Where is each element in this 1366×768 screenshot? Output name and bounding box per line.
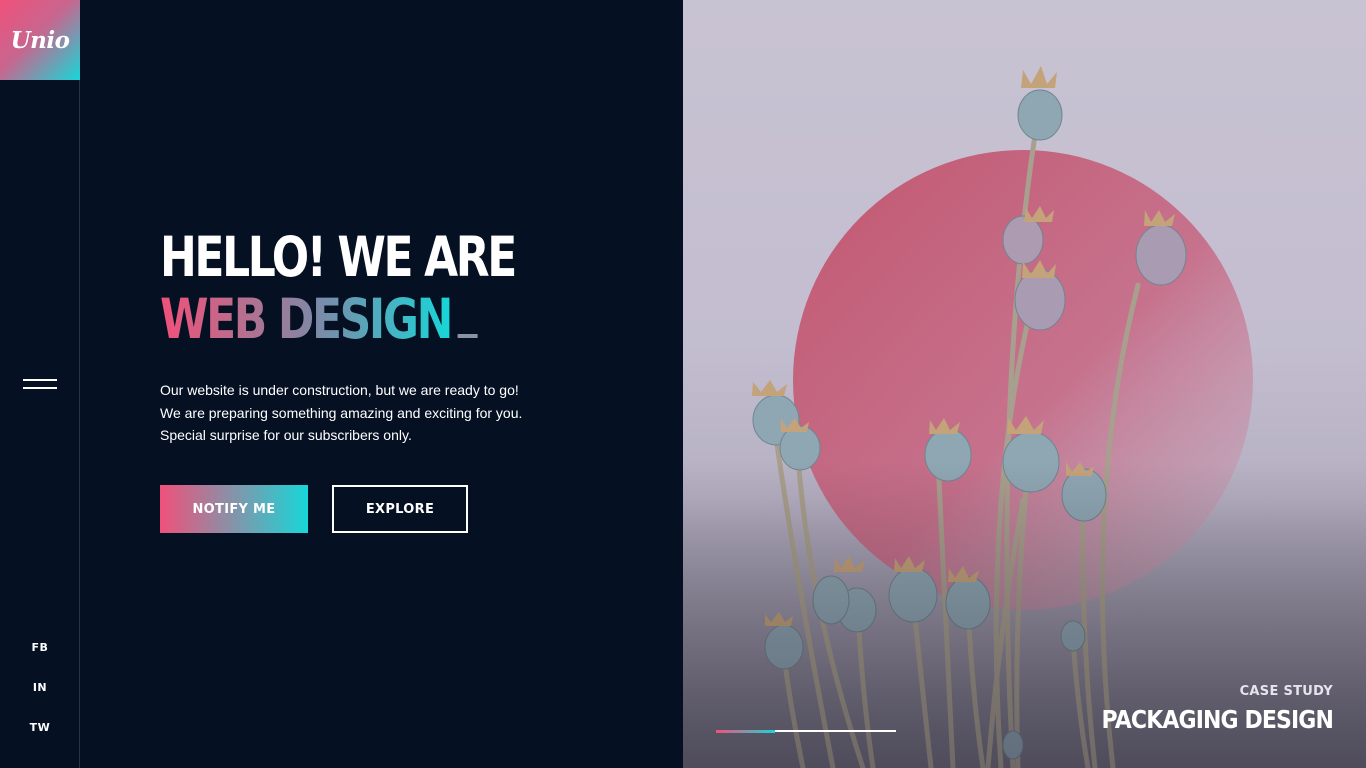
description-line: Special surprise for our subscribers onl…	[160, 427, 412, 443]
sidebar: Unio FB IN TW	[0, 0, 80, 768]
hero-image: CASE STUDY PACKAGING DESIGN	[683, 0, 1366, 768]
hamburger-icon[interactable]	[23, 377, 57, 391]
text-cursor	[457, 334, 478, 338]
logo-text: Unio	[10, 26, 70, 54]
poppy-illustration	[683, 0, 1366, 768]
logo[interactable]: Unio	[0, 0, 80, 80]
social-link-twitter[interactable]: TW	[0, 721, 80, 734]
hero-title: HELLO! WE ARE WEB DESIGN	[160, 226, 604, 350]
social-link-instagram[interactable]: IN	[0, 681, 80, 694]
description-line: Our website is under construction, but w…	[160, 382, 519, 398]
explore-button[interactable]: EXPLORE	[332, 485, 468, 533]
slide-progress-fill	[716, 729, 776, 733]
slide-progress-bar[interactable]	[716, 729, 896, 733]
social-link-facebook[interactable]: FB	[0, 641, 80, 654]
hero-title-gradient-text: WEB DESIGN	[160, 287, 453, 351]
notify-me-button[interactable]: NOTIFY ME	[160, 485, 308, 533]
hero-description: Our website is under construction, but w…	[160, 379, 580, 447]
hero-title-line2: WEB DESIGN	[160, 288, 515, 350]
case-study-label: CASE STUDY	[1239, 684, 1333, 699]
case-study-title[interactable]: PACKAGING DESIGN	[1102, 705, 1334, 734]
hero-title-line1: HELLO! WE ARE	[160, 225, 517, 289]
description-line: We are preparing something amazing and e…	[160, 404, 523, 421]
